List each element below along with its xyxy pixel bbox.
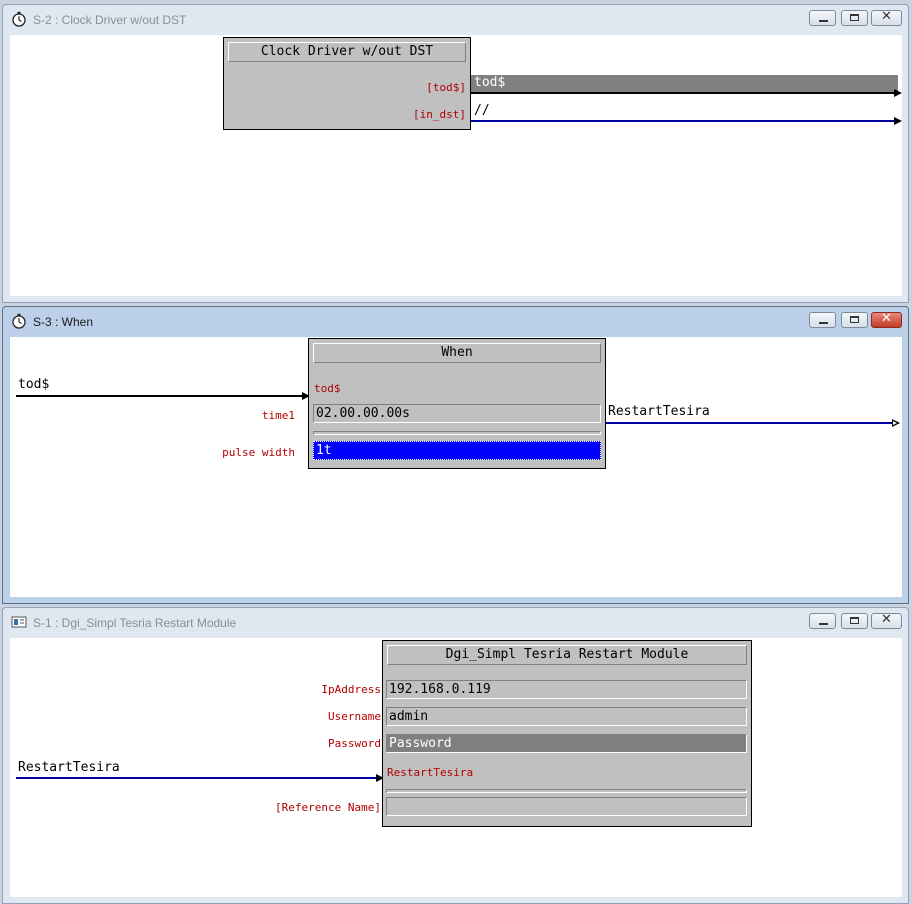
separator	[313, 431, 601, 435]
output-label-tod: [tod$]	[426, 81, 466, 94]
stopwatch-icon	[12, 313, 26, 329]
arrow-icon	[894, 89, 902, 97]
output-wire-restart[interactable]	[606, 422, 892, 424]
minimize-button[interactable]	[809, 312, 836, 328]
program-canvas[interactable]: Clock Driver w/out DST [tod$] [in_dst] t…	[10, 35, 902, 296]
maximize-icon	[850, 316, 859, 323]
param-label-time1: time1	[261, 409, 295, 422]
arrow-icon	[894, 117, 902, 125]
program-canvas[interactable]: tod$ time1 pulse width When tod$ 02.00.0…	[10, 337, 902, 597]
window-title: S-2 : Clock Driver w/out DST	[33, 13, 187, 27]
maximize-button[interactable]	[841, 312, 868, 328]
symbol-title: Dgi_Simpl Tesria Restart Module	[387, 645, 747, 665]
minimize-icon	[819, 20, 828, 22]
input-signal-tod[interactable]: tod$	[18, 377, 49, 392]
output-label-in-dst: [in_dst]	[413, 108, 466, 121]
output-signal-restart[interactable]: RestartTesira	[608, 404, 710, 419]
maximize-button[interactable]	[841, 613, 868, 629]
input-label-restart: RestartTesira	[387, 766, 474, 779]
symbol-clock-driver[interactable]: Clock Driver w/out DST [tod$] [in_dst]	[223, 37, 471, 130]
window-clock-driver[interactable]: S-2 : Clock Driver w/out DST ✕ Clock Dri…	[2, 4, 909, 303]
window-title: S-3 : When	[33, 315, 94, 329]
time1-field[interactable]: 02.00.00.00s	[313, 404, 601, 423]
close-icon: ✕	[881, 311, 892, 326]
password-field[interactable]: Password	[386, 734, 747, 753]
minimize-icon	[819, 623, 828, 625]
arrow-icon	[892, 419, 900, 427]
window-titlebar[interactable]: S-1 : Dgi_Simpl Tesria Restart Module ✕	[3, 608, 908, 637]
window-titlebar[interactable]: S-2 : Clock Driver w/out DST ✕	[3, 5, 908, 34]
window-restart-module[interactable]: S-1 : Dgi_Simpl Tesria Restart Module ✕ …	[2, 607, 909, 904]
symbol-restart-module[interactable]: Dgi_Simpl Tesria Restart Module 192.168.…	[382, 640, 752, 827]
window-titlebar[interactable]: S-3 : When ✕	[3, 307, 908, 336]
signal-name-in-dst[interactable]: //	[474, 103, 490, 118]
close-button[interactable]: ✕	[871, 9, 902, 26]
minimize-icon	[819, 322, 828, 324]
stopwatch-icon	[12, 11, 26, 27]
param-label-pulse-width: pulse width	[222, 446, 295, 459]
pulse-width-field[interactable]: 1t	[313, 441, 601, 460]
username-field[interactable]: admin	[386, 707, 747, 726]
reference-name-field[interactable]	[386, 797, 747, 816]
maximize-icon	[850, 14, 859, 21]
window-when[interactable]: S-3 : When ✕ tod$ time1 pulse width When…	[2, 306, 909, 604]
maximize-button[interactable]	[841, 10, 868, 26]
window-title: S-1 : Dgi_Simpl Tesria Restart Module	[33, 616, 237, 630]
param-label-username: Username	[328, 710, 381, 723]
param-label-reference-name: [Reference Name]	[275, 801, 381, 814]
close-button[interactable]: ✕	[871, 311, 902, 328]
input-label-tod: tod$	[314, 382, 341, 395]
signal-name-tod[interactable]: tod$	[474, 75, 505, 90]
signal-wire-tod[interactable]	[471, 92, 898, 94]
input-wire-restart[interactable]	[16, 777, 376, 779]
param-label-password: Password	[328, 737, 381, 750]
minimize-button[interactable]	[809, 613, 836, 629]
close-button[interactable]: ✕	[871, 612, 902, 629]
symbol-when[interactable]: When tod$ 02.00.00.00s 1t	[308, 338, 606, 469]
maximize-icon	[850, 617, 859, 624]
ipaddress-field[interactable]: 192.168.0.119	[386, 680, 747, 699]
module-icon	[11, 616, 27, 628]
signal-bus-tod[interactable]	[471, 75, 898, 93]
symbol-title: When	[313, 343, 601, 363]
signal-wire-in-dst[interactable]	[471, 120, 898, 122]
param-label-ipaddress: IpAddress	[321, 683, 381, 696]
program-canvas[interactable]: IpAddress Username Password [Reference N…	[10, 638, 902, 897]
separator	[386, 789, 747, 793]
close-icon: ✕	[881, 612, 892, 627]
close-icon: ✕	[881, 9, 892, 24]
symbol-title: Clock Driver w/out DST	[228, 42, 466, 62]
input-wire-tod[interactable]	[16, 395, 302, 397]
minimize-button[interactable]	[809, 10, 836, 26]
input-signal-restart[interactable]: RestartTesira	[18, 760, 120, 775]
